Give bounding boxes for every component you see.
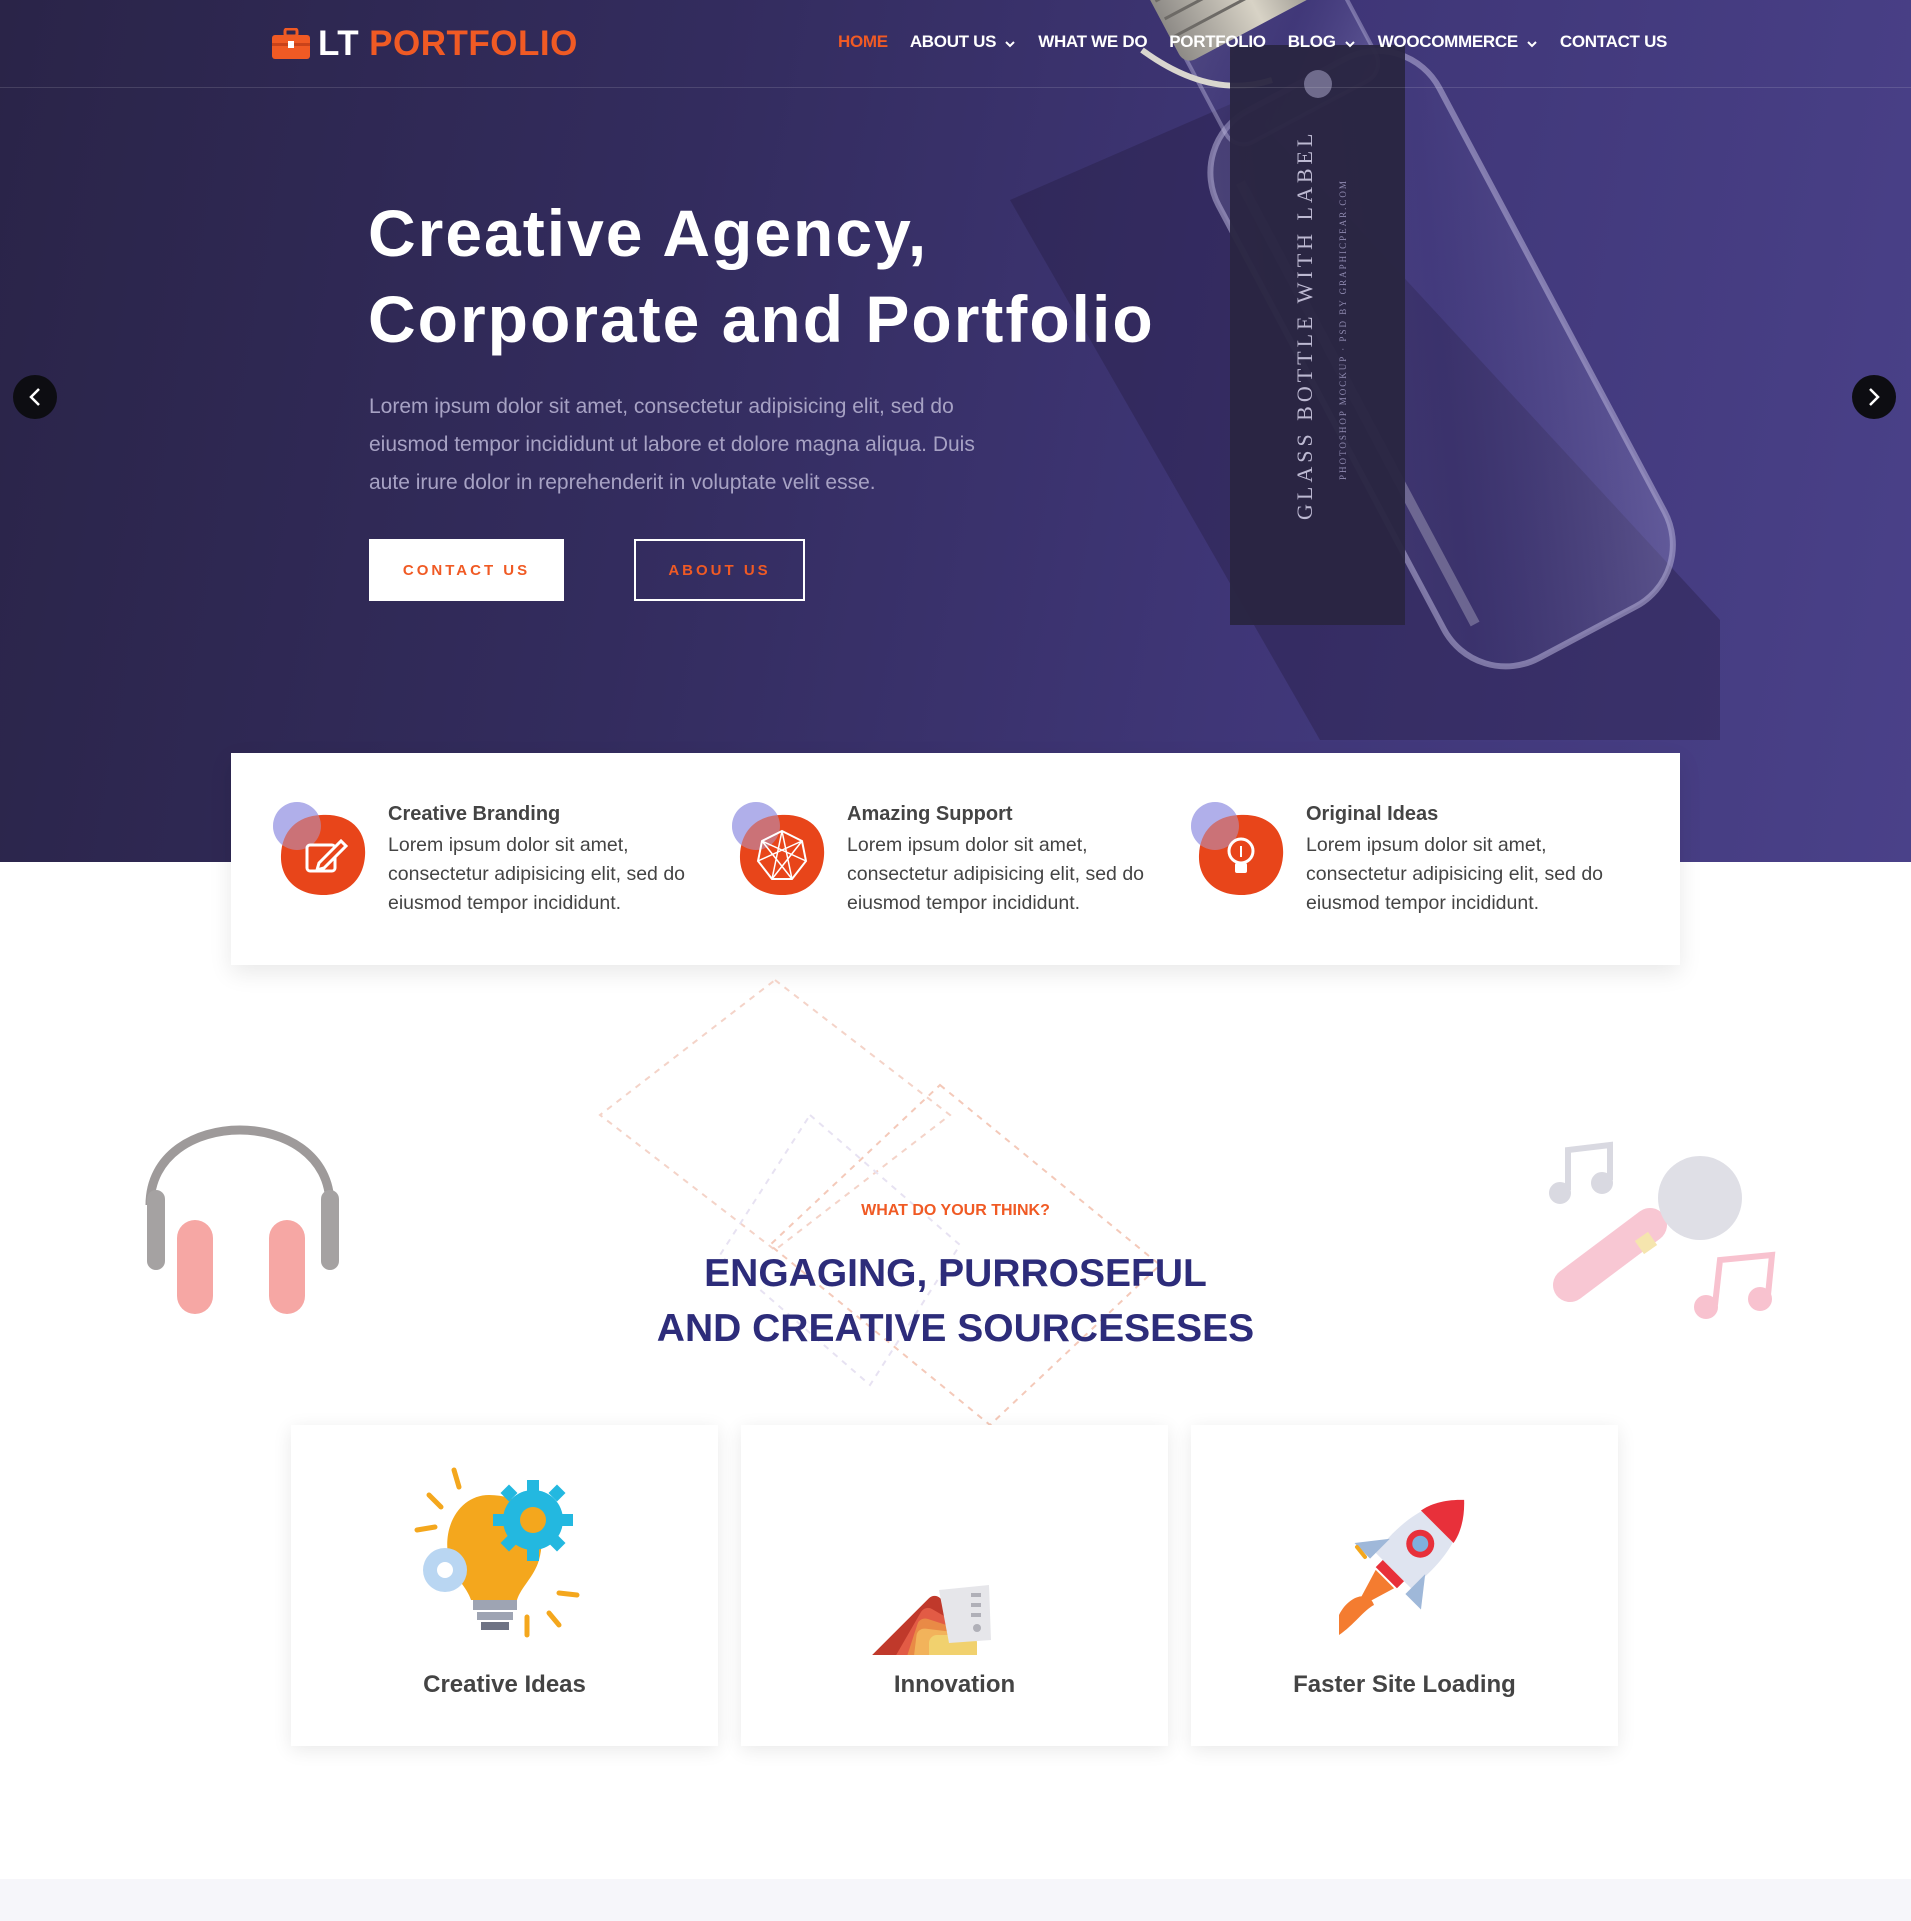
feature-text: Lorem ipsum dolor sit amet, consectetur … [847,834,1145,914]
section-kicker: WHAT DO YOUR THINK? [861,1202,1050,1219]
service-card-creative-ideas[interactable]: Creative Ideas [291,1425,718,1746]
music-note-icon [1549,1141,1613,1204]
main-nav: HOME ABOUT US WHAT WE DO PORTFOLIO BLOG … [838,28,1689,56]
nav-label: PORTFOLIO [1169,32,1266,51]
top-navigation-bar: LT PORTFOLIO HOME ABOUT US WHAT WE DO PO… [0,0,1911,88]
card-title: Innovation [893,1671,1016,1698]
slider-next-button[interactable] [1852,375,1896,419]
bottle-sublabel-text: PHOTOSHOP MOCKUP · PSD BY GRAPHICPEAR.CO… [1338,179,1348,480]
feature-text: Lorem ipsum dolor sit amet, consectetur … [388,834,686,914]
chevron-right-icon [1869,388,1880,406]
nav-item-woocommerce[interactable]: WOOCOMMERCE [1378,32,1538,52]
bottle-label-text: GLASS BOTTLE WITH LABEL [1292,130,1317,520]
feature-title: Original Ideas [1306,803,1439,825]
briefcase-icon [272,28,310,59]
nav-label: HOME [838,32,888,51]
hero-description: Lorem ipsum dolor sit amet, consectetur … [369,395,975,494]
nav-item-home[interactable]: HOME [838,32,888,52]
section-title-line2: AND CREATIVE SOURCESESES [656,1307,1255,1350]
lightbulb-icon [1191,802,1284,896]
nav-item-portfolio[interactable]: PORTFOLIO [1169,32,1266,52]
feature-text: Lorem ipsum dolor sit amet, consectetur … [1306,834,1604,914]
nav-item-contact-us[interactable]: CONTACT US [1560,32,1667,52]
chevron-down-icon [1005,41,1015,48]
logo-text-lt: LT [318,24,360,63]
features-box: Creative Branding Lorem ipsum dolor sit … [231,753,1680,965]
card-title: Creative Ideas [423,1671,586,1698]
section-decoration [145,978,1776,1427]
lightbulb-gears-icon [414,1467,580,1638]
chevron-down-icon [1344,41,1355,48]
nav-item-about-us[interactable]: ABOUT US [910,32,1016,52]
hero-title: Creative Agency, Corporate and Portfolio [368,190,1268,362]
glass-bottle-image: GLASS BOTTLE WITH LABEL PHOTOSHOP MOCKUP… [1010,0,1720,740]
section-title-line1: ENGAGING, PURROSEFUL [704,1252,1207,1295]
color-swatch-icon [859,1585,991,1655]
logo-text-portfolio: PORTFOLIO [369,24,578,63]
slider-prev-button[interactable] [13,375,57,419]
service-card-faster-site-loading[interactable]: Faster Site Loading [1191,1425,1618,1746]
site-logo[interactable]: LT PORTFOLIO [272,24,578,63]
nav-item-blog[interactable]: BLOG [1288,32,1356,52]
feature-item: Amazing Support Lorem ipsum dolor sit am… [690,753,1160,965]
feature-title: Creative Branding [388,803,561,825]
contact-us-button[interactable]: CONTACT US [369,539,564,601]
feature-title: Amazing Support [847,803,1013,825]
nav-label: WOOCOMMERCE [1377,32,1519,51]
nav-item-what-we-do[interactable]: WHAT WE DO [1038,32,1147,52]
nav-label: CONTACT US [1559,32,1668,51]
section-title: ENGAGING, PURROSEFUL AND CREATIVE SOURCE… [0,1246,1911,1356]
card-title: Faster Site Loading [1293,1671,1516,1698]
feature-item: Creative Branding Lorem ipsum dolor sit … [231,753,701,965]
chevron-left-icon [29,388,40,406]
nav-label: WHAT WE DO [1038,32,1148,51]
about-us-button[interactable]: ABOUT US [634,539,805,601]
service-card-innovation[interactable]: Innovation [741,1425,1168,1746]
edit-icon [273,802,366,896]
nav-label: BLOG [1287,32,1336,51]
footer-strip [0,1879,1911,1921]
feature-item: Original Ideas Lorem ipsum dolor sit ame… [1149,753,1619,965]
hero-title-line2: Corporate and Portfolio [368,282,1155,356]
hero-section: GLASS BOTTLE WITH LABEL PHOTOSHOP MOCKUP… [0,0,1911,862]
hero-title-line1: Creative Agency, [368,196,929,270]
nav-label: ABOUT US [909,32,997,51]
rocket-icon [1339,1499,1465,1635]
chevron-down-icon [1527,41,1537,48]
polyhedron-icon [732,802,825,896]
